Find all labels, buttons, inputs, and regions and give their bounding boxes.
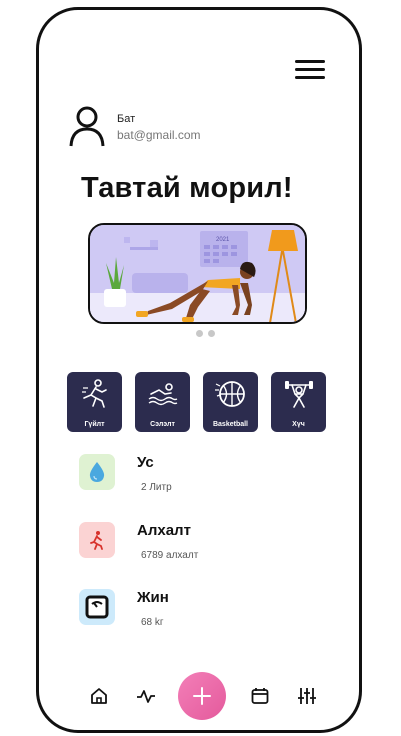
add-button[interactable] (178, 672, 226, 720)
stat-icon-box (79, 454, 115, 490)
swimming-icon (148, 383, 177, 406)
running-icon (81, 379, 107, 408)
stat-weight[interactable]: Жин 68 kг (79, 589, 169, 628)
weightlifting-icon (284, 381, 313, 408)
stat-value: 68 kг (141, 617, 164, 628)
walking-icon (90, 531, 103, 550)
stat-icon-box (79, 522, 115, 558)
user-profile[interactable]: Бат bat@gmail.com (69, 106, 201, 148)
page-title: Тавтай морил! (81, 172, 293, 204)
sport-card-running[interactable]: Гүйлт (67, 372, 122, 432)
stat-label: Алхалт (137, 522, 191, 539)
sport-label: Хүч (292, 421, 305, 428)
stat-walking[interactable]: Алхалт 6789 алхалт (79, 522, 198, 561)
scale-icon (85, 595, 109, 619)
stat-icon-box (79, 589, 115, 625)
carousel-dot[interactable] (208, 330, 215, 337)
workout-illustration: 2021 (90, 225, 305, 322)
user-name: Бат (117, 112, 136, 125)
stat-label: Ус (137, 454, 154, 471)
activity-icon[interactable] (136, 687, 156, 705)
sport-label: Гүйлт (84, 421, 105, 428)
stat-label: Жин (137, 589, 169, 606)
sport-label: Сэлэлт (150, 421, 175, 428)
user-avatar-icon (69, 106, 105, 147)
sport-card-swimming[interactable]: Сэлэлт (135, 372, 190, 432)
sport-categories: Гүйлт Сэлэлт Basketball Хүч (67, 372, 326, 432)
basketball-icon (214, 381, 245, 407)
sport-label: Basketball (212, 421, 249, 428)
sport-card-basketball[interactable]: Basketball (203, 372, 258, 432)
stat-value: 2 Литр (141, 482, 172, 493)
water-drop-icon (89, 462, 105, 482)
calendar-icon[interactable] (251, 687, 269, 705)
plus-icon (193, 687, 211, 705)
bottom-navigation (39, 670, 359, 726)
hamburger-menu-icon[interactable] (295, 60, 325, 82)
stat-value: 6789 алхалт (141, 550, 199, 561)
user-email: bat@gmail.com (117, 127, 201, 142)
workout-banner[interactable]: 2021 (88, 223, 307, 324)
stat-water[interactable]: Ус 2 Литр (79, 454, 172, 493)
settings-sliders-icon[interactable] (297, 687, 317, 705)
carousel-indicator (196, 330, 215, 337)
calendar-year: 2021 (216, 237, 230, 243)
phone-frame: Бат bat@gmail.com Тавтай морил! 2021 Гүй… (36, 7, 362, 733)
sport-card-strength[interactable]: Хүч (271, 372, 326, 432)
home-icon[interactable] (90, 687, 108, 705)
carousel-dot[interactable] (196, 330, 203, 337)
